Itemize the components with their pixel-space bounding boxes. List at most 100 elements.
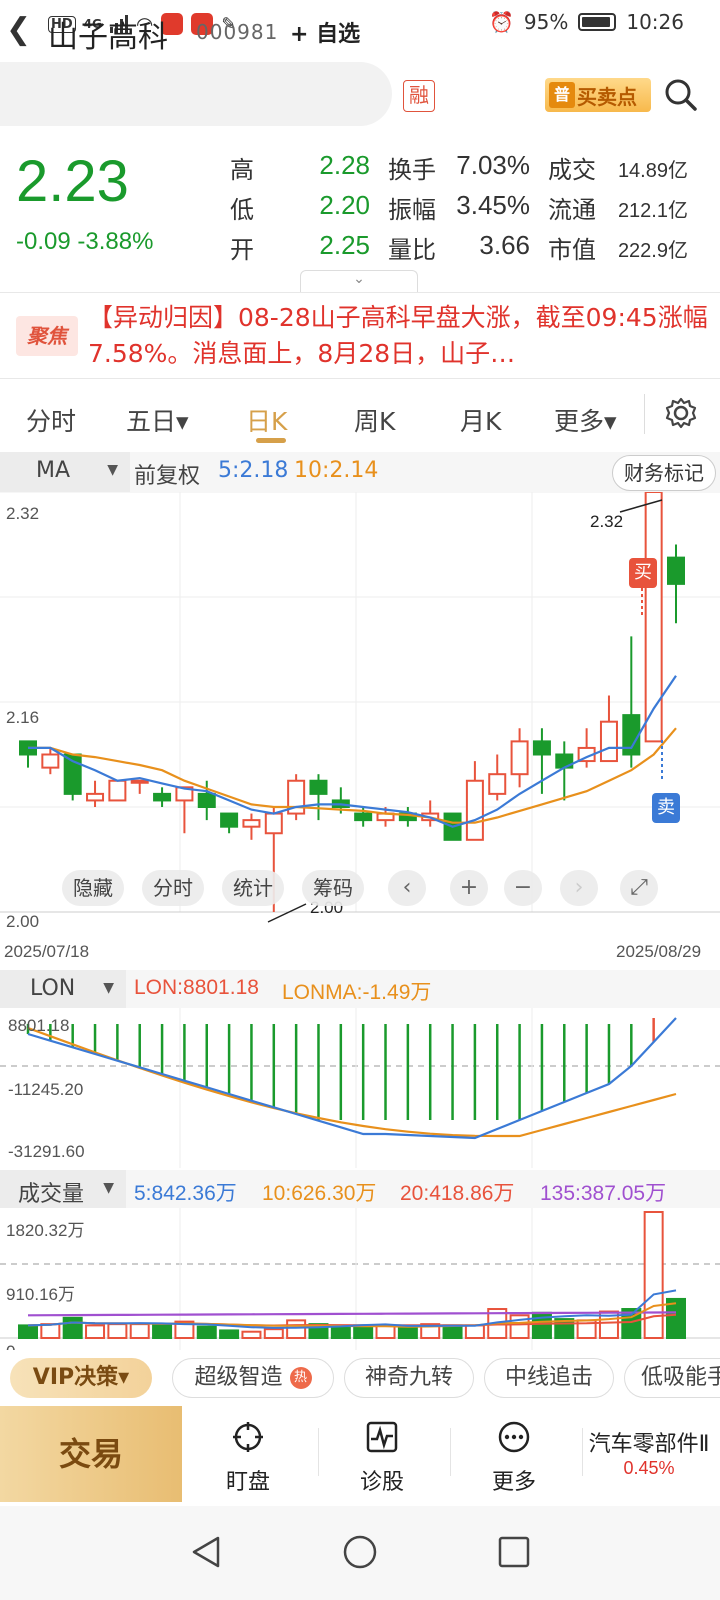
recents-square-icon[interactable] [496, 1534, 532, 1570]
candle [644, 492, 663, 743]
candle-body [644, 492, 663, 743]
quote-key: 低 [230, 196, 254, 224]
volume-bar [330, 1325, 351, 1340]
candle-body [86, 792, 105, 802]
add-favorite-button[interactable]: + 自选 [290, 16, 360, 48]
vol-ma5: 5:842.36万 [134, 1182, 237, 1205]
chip-super-smart[interactable]: 超级智造 热 [172, 1358, 334, 1398]
fullscreen-icon[interactable]: ⤢ [620, 870, 658, 906]
candle-body [465, 779, 484, 841]
volume-bar [263, 1328, 284, 1339]
chip-midline[interactable]: 中线追击 [484, 1358, 614, 1398]
expand-chevron-icon[interactable]: ⌄ [300, 270, 418, 292]
intraday-button[interactable]: 分时 [142, 870, 204, 906]
hide-button[interactable]: 隐藏 [62, 870, 124, 906]
home-circle-icon[interactable] [342, 1534, 378, 1570]
diagnose-label: 诊股 [359, 1470, 404, 1495]
ma10-value: 10:2.14 [294, 458, 379, 483]
sell-marker[interactable]: 卖 [652, 793, 680, 823]
financial-marks-button[interactable]: 财务标记 [612, 455, 716, 491]
vol-y-mid: 910.16万 [6, 1285, 75, 1304]
lon-y-mid: -11245.20 [8, 1080, 84, 1099]
candle [577, 728, 596, 768]
ma-selector[interactable]: MA [0, 452, 130, 492]
back-chevron-icon[interactable]: ❮ [6, 12, 31, 47]
candle-body [488, 773, 507, 795]
adjust-mode[interactable]: 前复权 [134, 458, 200, 490]
candle [175, 786, 194, 834]
prev-arrow-icon[interactable]: ‹ [388, 870, 426, 906]
focus-badge: 聚焦 [16, 316, 78, 356]
lon-selector[interactable]: LON [0, 970, 126, 1008]
quote-key: 市值 [548, 236, 596, 264]
volume-bar [241, 1330, 262, 1339]
y-axis-mid: 2.16 [6, 708, 40, 727]
active-tab-indicator [256, 438, 286, 443]
volume-bar [196, 1325, 217, 1340]
stats-button[interactable]: 统计 [222, 870, 284, 906]
high-label: 2.32 [590, 512, 624, 531]
quote-value: 2.20 [319, 190, 370, 220]
vol-ma20: 20:418.86万 [400, 1182, 515, 1205]
tab-intraday[interactable]: 分时 [26, 402, 76, 438]
more-label: 更多 [491, 1470, 536, 1495]
volume-chart[interactable] [0, 1208, 720, 1368]
candle-body [108, 779, 127, 802]
watch-label: 盯盘 [225, 1470, 270, 1495]
chip-low-buy[interactable]: 低吸能手 [624, 1358, 720, 1398]
news-headline[interactable]: 【异动归因】08-28山子高科早盘大涨，截至09:45涨幅7.58%。消息面上，… [88, 300, 708, 372]
sector-name: 汽车零部件Ⅱ [588, 1432, 710, 1457]
y-axis-top: 2.32 [6, 504, 40, 523]
candle-body [354, 812, 373, 822]
tab-daily-k[interactable]: 日K [246, 402, 287, 438]
candle [153, 787, 172, 807]
date-start: 2025/07/18 [4, 942, 90, 961]
volume-bar [643, 1211, 664, 1339]
alarm-icon: ⏰ [489, 10, 514, 34]
vip-decision-button[interactable]: VIP决策▾ [10, 1358, 152, 1398]
volume-selector[interactable]: 成交量 [0, 1170, 126, 1208]
candle [242, 813, 261, 840]
candle [108, 779, 127, 802]
tab-more[interactable]: 更多▾ [554, 402, 617, 438]
quote-value: 222.9亿 [617, 240, 688, 262]
candle-body [220, 812, 239, 828]
candle [510, 728, 529, 788]
buy-sell-points-button[interactable]: 普 买卖点 [545, 78, 651, 112]
sector-widget[interactable]: 汽车零部件Ⅱ 0.45% [578, 1408, 720, 1479]
more-button[interactable]: 更多 [448, 1406, 580, 1502]
volume-grid [0, 1208, 720, 1368]
status-right: ⏰ 95% 10:26 [489, 10, 684, 34]
candle-body [264, 812, 283, 835]
more-icon [498, 1421, 530, 1453]
lon-grid [0, 1008, 720, 1168]
quote-value: 2.25 [319, 230, 370, 260]
tab-five-day[interactable]: 五日▾ [126, 402, 189, 438]
candlestick-chart[interactable] [0, 492, 720, 932]
tab-weekly-k[interactable]: 周K [354, 402, 395, 438]
buy-marker[interactable]: 买 [629, 558, 657, 588]
vol-y-top: 1820.32万 [6, 1221, 85, 1240]
quote-key: 流通 [548, 196, 596, 224]
lon-chart[interactable] [0, 1008, 720, 1168]
quote-value: 14.89亿 [617, 160, 688, 182]
candle [488, 754, 507, 801]
back-triangle-icon[interactable] [188, 1534, 224, 1570]
tab-monthly-k[interactable]: 月K [460, 402, 501, 438]
trade-button[interactable]: 交易 [0, 1406, 182, 1502]
candle-body [309, 779, 328, 795]
watch-button[interactable]: 盯盘 [182, 1406, 314, 1502]
chip-magic-nine[interactable]: 神奇九转 [344, 1358, 474, 1398]
diagnose-button[interactable]: 诊股 [316, 1406, 448, 1502]
y-axis-bottom: 2.00 [6, 912, 40, 931]
next-arrow-icon[interactable]: › [560, 870, 598, 906]
chips-button[interactable]: 筹码 [302, 870, 364, 906]
zoom-in-icon[interactable]: + [450, 870, 488, 906]
margin-trading-badge[interactable]: 融 [403, 80, 435, 112]
battery-icon [578, 13, 617, 31]
divider [450, 1428, 451, 1476]
date-end: 2025/08/29 [616, 942, 702, 961]
search-icon[interactable] [664, 78, 698, 112]
gear-icon[interactable] [664, 396, 698, 430]
zoom-out-icon[interactable]: − [504, 870, 542, 906]
